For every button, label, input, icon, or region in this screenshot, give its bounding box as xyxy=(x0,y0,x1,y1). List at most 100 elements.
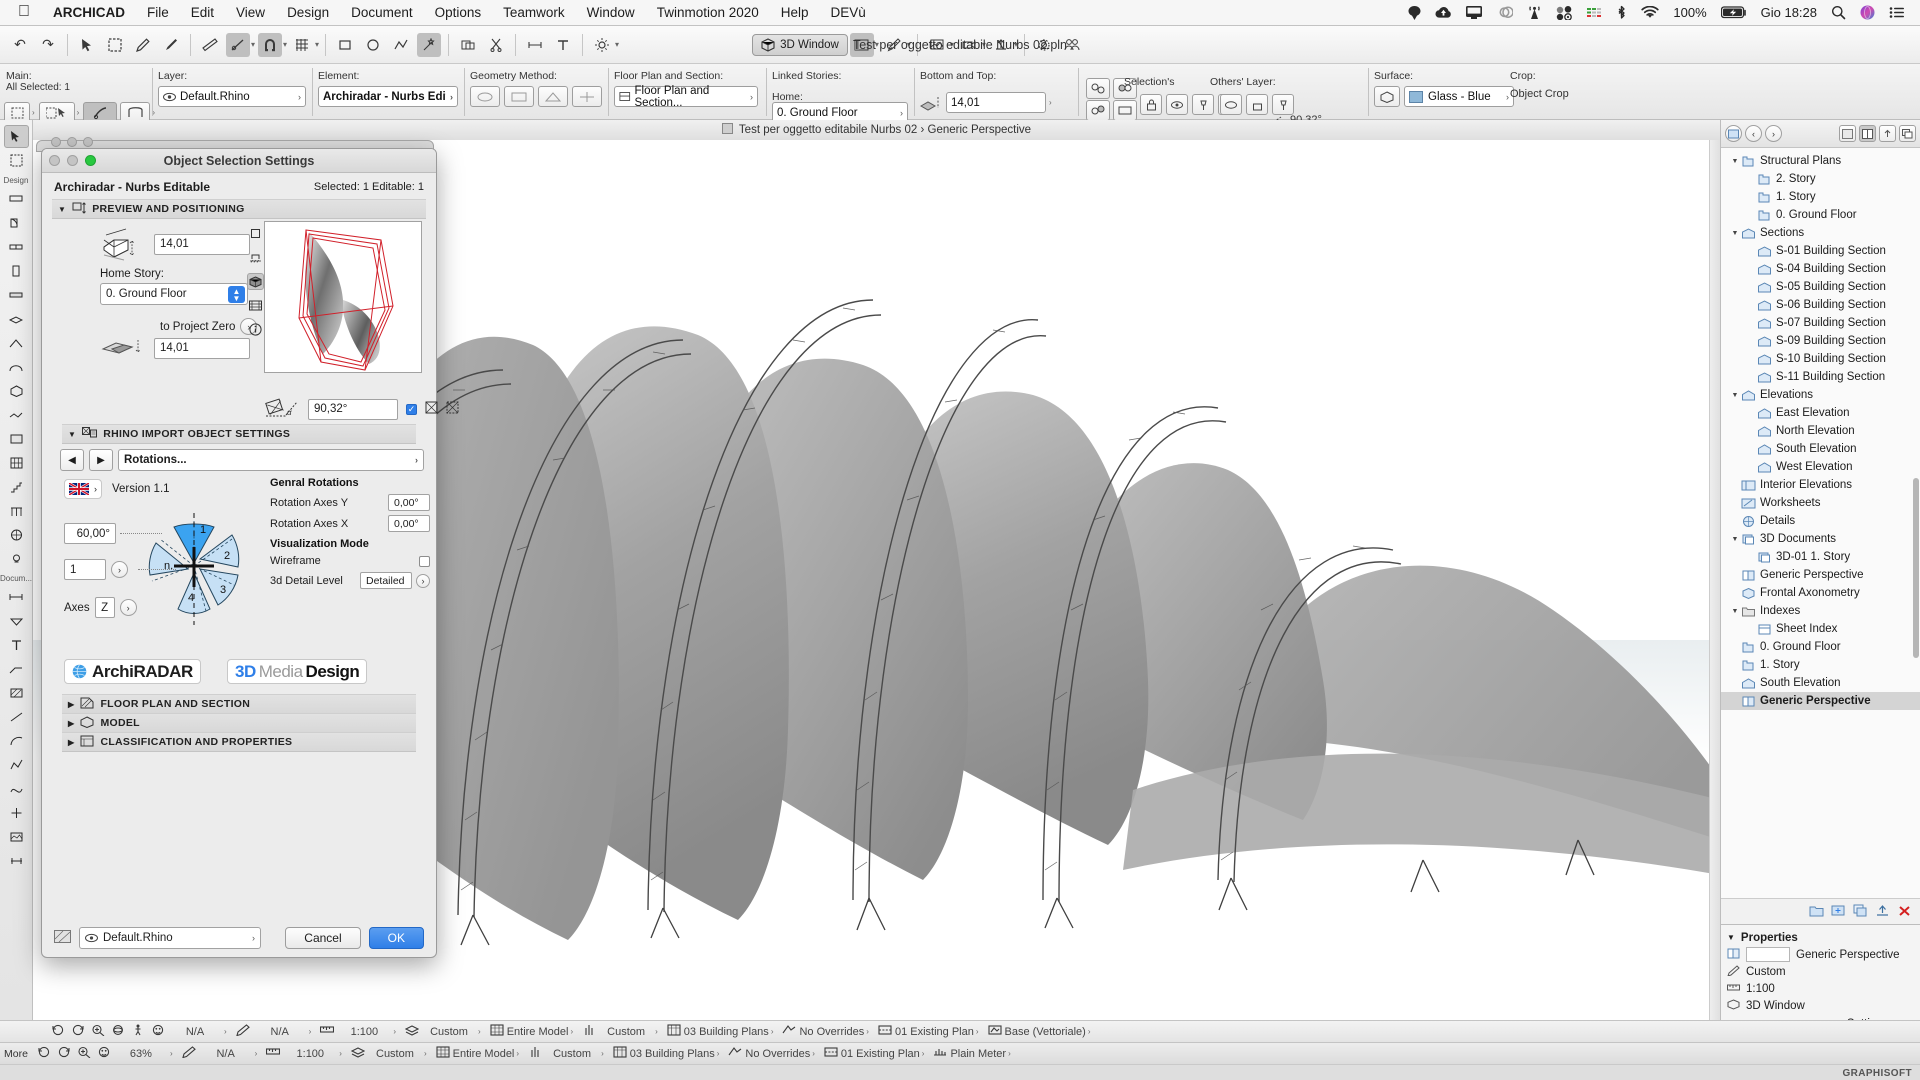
polyline-icon[interactable] xyxy=(389,33,413,57)
footer-hatch-icon[interactable] xyxy=(54,930,71,946)
navigator-item-3d-documents[interactable]: ▼3D Documents xyxy=(1721,530,1920,548)
rect-shape-icon[interactable] xyxy=(333,33,357,57)
chevron-down-icon[interactable]: ▼ xyxy=(1729,536,1741,543)
override-icon[interactable] xyxy=(779,1024,799,1039)
menu-item-design[interactable]: Design xyxy=(276,0,340,26)
menu-item-options[interactable]: Options xyxy=(424,0,493,26)
redo-zoom-icon[interactable] xyxy=(68,1024,88,1039)
navigator-item-south-elevation[interactable]: South Elevation xyxy=(1721,440,1920,458)
cancel-button[interactable]: Cancel xyxy=(285,927,360,949)
chevron-down-icon[interactable]: ▾ xyxy=(615,40,619,49)
navigator-item-s-04-building-section[interactable]: S-04 Building Section xyxy=(1721,260,1920,278)
chevron-right-icon[interactable]: › xyxy=(769,1027,780,1036)
chevron-down-icon[interactable]: ▼ xyxy=(58,205,66,214)
tool-wall[interactable] xyxy=(4,187,29,210)
axes-field[interactable]: Z xyxy=(95,597,115,618)
zoom-in-icon[interactable] xyxy=(88,1024,108,1039)
status-value[interactable]: 01 Existing Plan xyxy=(895,1026,974,1038)
delete-icon[interactable] xyxy=(1897,904,1912,920)
tool-marquee[interactable] xyxy=(4,149,29,172)
status-value[interactable]: 03 Building Plans xyxy=(684,1026,769,1038)
structure-icon[interactable] xyxy=(433,1046,453,1061)
tool-object[interactable] xyxy=(4,523,29,546)
new-view-icon[interactable] xyxy=(1831,904,1846,920)
rotation-diagram[interactable]: 1 2 3 4 n. xyxy=(114,497,274,637)
tool-level-dimension[interactable] xyxy=(4,609,29,632)
chevron-right-icon[interactable]: › xyxy=(416,574,430,588)
tool-window[interactable] xyxy=(4,235,29,258)
chevron-right-icon[interactable]: ▶ xyxy=(68,719,74,728)
status-value[interactable]: Custom xyxy=(422,1026,476,1038)
chevron-down-icon[interactable]: ▼ xyxy=(68,430,76,439)
chevron-right-icon[interactable]: › xyxy=(1049,98,1052,107)
renovation-icon[interactable] xyxy=(875,1024,895,1039)
chevron-down-icon[interactable]: ▾ xyxy=(875,40,879,49)
menu-item-archicad[interactable]: ARCHICAD xyxy=(42,0,136,26)
menu-item-file[interactable]: File xyxy=(136,0,180,26)
chevron-right-icon[interactable]: › xyxy=(252,933,255,943)
element-dropdown[interactable]: Archiradar - Nurbs Editable › xyxy=(318,86,458,107)
navigator-item-south-elevation[interactable]: South Elevation xyxy=(1721,674,1920,692)
layers-dialog-icon[interactable] xyxy=(850,33,874,57)
navigator-item-elevations[interactable]: ▼Elevations xyxy=(1721,386,1920,404)
status-value[interactable]: Plain Meter xyxy=(950,1048,1006,1060)
chevron-right-icon[interactable]: › xyxy=(337,1049,348,1058)
chevron-right-icon[interactable]: › xyxy=(864,1027,875,1036)
zoom-in-icon[interactable] xyxy=(74,1046,94,1061)
mvo-icon[interactable] xyxy=(610,1046,630,1061)
navigator-item-generic-perspective[interactable]: Generic Perspective xyxy=(1721,566,1920,584)
navigator-item-s-01-building-section[interactable]: S-01 Building Section xyxy=(1721,242,1920,260)
meter-icon[interactable] xyxy=(930,1046,950,1061)
publisher-icon[interactable] xyxy=(1879,125,1896,142)
eye-icon[interactable] xyxy=(1166,94,1188,115)
menu-item-twinmotion[interactable]: Twinmotion 2020 xyxy=(646,0,770,26)
tool-stair[interactable] xyxy=(4,475,29,498)
grid-icon[interactable] xyxy=(290,33,314,57)
chevron-right-icon[interactable]: › xyxy=(920,1049,931,1058)
circle-shape-icon[interactable] xyxy=(361,33,385,57)
section-model[interactable]: ▶ MODEL xyxy=(62,713,416,733)
scissors-icon[interactable] xyxy=(484,33,508,57)
properties-swatch[interactable] xyxy=(1746,947,1790,962)
settings-gear-icon[interactable] xyxy=(1032,33,1056,57)
pencil-icon[interactable] xyxy=(131,33,155,57)
3dmedia-logo[interactable]: 3D Media Design xyxy=(227,659,367,684)
display-icon[interactable] xyxy=(1459,6,1489,19)
rhino-page-dropdown[interactable]: Rotations... › xyxy=(118,449,424,471)
status-value[interactable]: Base (Vettoriale) xyxy=(1005,1026,1086,1038)
navigator-item-s-06-building-section[interactable]: S-06 Building Section xyxy=(1721,296,1920,314)
navigator-item-sheet-index[interactable]: Sheet Index xyxy=(1721,620,1920,638)
floor-plan-section-dropdown[interactable]: Floor Plan and Section... › xyxy=(614,86,758,107)
status-value[interactable]: Custom xyxy=(368,1048,422,1060)
chevron-down-icon[interactable]: ▼ xyxy=(1729,608,1741,615)
status-value[interactable]: 1:100 xyxy=(337,1026,391,1038)
pen-icon[interactable] xyxy=(179,1046,199,1061)
status-value[interactable]: 63% xyxy=(114,1048,168,1060)
next-page-icon[interactable]: ▶ xyxy=(89,449,113,471)
dialog-title-bar[interactable]: Object Selection Settings xyxy=(42,149,436,173)
tool-spline[interactable] xyxy=(4,777,29,800)
navigator-item-1-story[interactable]: 1. Story xyxy=(1721,656,1920,674)
chevron-right-icon[interactable]: › xyxy=(746,92,753,102)
stack-zoom-icon[interactable] xyxy=(83,137,93,147)
pen-set-icon[interactable] xyxy=(882,33,906,57)
control-center-icon[interactable] xyxy=(1882,6,1912,19)
clone-icon[interactable] xyxy=(1853,904,1868,920)
back-icon[interactable]: ‹ xyxy=(1745,125,1762,142)
elevation-top-field[interactable]: 14,01 xyxy=(154,234,250,255)
ok-button[interactable]: OK xyxy=(369,927,424,949)
apple-logo-icon[interactable]:  xyxy=(8,4,42,22)
angle-checkbox[interactable]: ✓ xyxy=(406,404,417,415)
navigator-item-frontal-axonometry[interactable]: Frontal Axonometry xyxy=(1721,584,1920,602)
navigator-tree[interactable]: ▼Structural Plans2. Story1. Story0. Grou… xyxy=(1721,148,1920,898)
chevron-right-icon[interactable]: › xyxy=(446,92,453,102)
section-classification[interactable]: ▶ CLASSIFICATION AND PROPERTIES xyxy=(62,732,416,752)
geometry-method-1-icon[interactable] xyxy=(470,86,500,107)
section-rhino-import[interactable]: ▼ RHINO IMPORT OBJECT SETTINGS xyxy=(62,424,416,444)
2d-symbol-icon[interactable] xyxy=(247,225,264,242)
project-map-icon[interactable] xyxy=(1725,125,1742,142)
status-value[interactable]: No Overrides xyxy=(745,1048,810,1060)
elevation-preview-icon[interactable] xyxy=(247,249,264,266)
stack-close-icon[interactable] xyxy=(51,137,61,147)
save-view-icon[interactable] xyxy=(1875,904,1890,920)
